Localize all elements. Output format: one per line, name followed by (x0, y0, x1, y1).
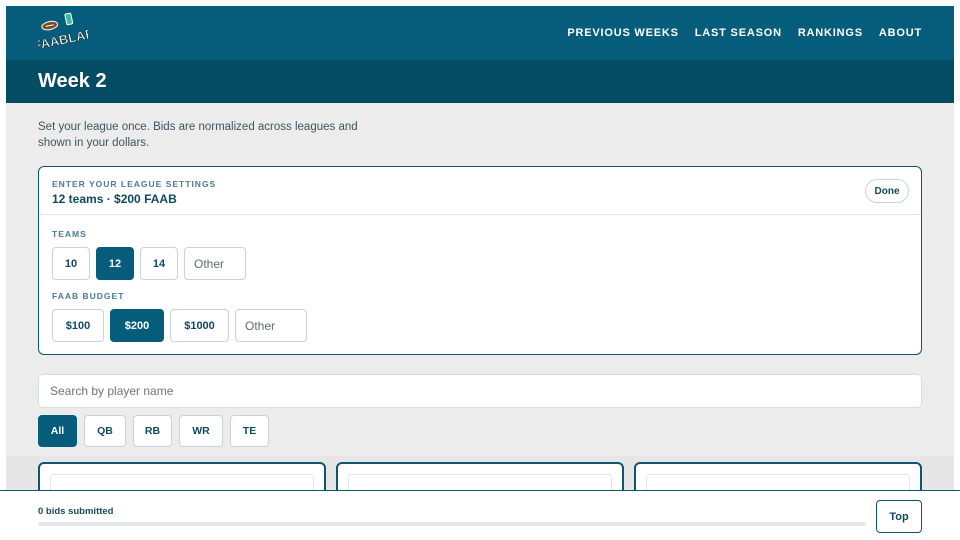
nav-rankings[interactable]: RANKINGS (798, 27, 863, 39)
nav-about[interactable]: ABOUT (879, 27, 922, 39)
faablab-logo[interactable]: FAABLAB (32, 11, 96, 55)
done-button[interactable]: Done (865, 179, 909, 203)
intro-text: Set your league once. Bids are normalize… (38, 121, 358, 149)
league-settings-panel: ENTER YOUR LEAGUE SETTINGS 12 teams · $2… (38, 166, 922, 355)
position-filter-te[interactable]: TE (230, 415, 269, 447)
position-filter-qb[interactable]: QB (84, 415, 126, 447)
main-nav: PREVIOUS WEEKS LAST SEASON RANKINGS ABOU… (567, 27, 922, 39)
back-to-top-button[interactable]: Top (876, 500, 922, 533)
position-filter-all[interactable]: All (38, 415, 77, 447)
league-settings-summary: 12 teams · $200 FAAB (52, 192, 177, 206)
teams-option-10[interactable]: 10 (52, 247, 90, 280)
budget-option-200[interactable]: $200 (110, 309, 164, 342)
bids-progress-bar (38, 522, 866, 526)
teams-label: TEAMS (52, 229, 87, 239)
position-filter: All QB RB WR TE (38, 415, 269, 447)
budget-option-100[interactable]: $100 (52, 309, 104, 342)
budget-other-input[interactable]: Other (235, 309, 307, 342)
teams-option-12[interactable]: 12 (96, 247, 134, 280)
bids-footer: 0 bids submitted Top (0, 490, 960, 540)
faab-budget-label: FAAB BUDGET (52, 291, 125, 301)
league-settings-header: ENTER YOUR LEAGUE SETTINGS 12 teams · $2… (39, 167, 921, 215)
teams-options: 10 12 14 Other (52, 247, 246, 280)
teams-option-14[interactable]: 14 (140, 247, 178, 280)
nav-previous-weeks[interactable]: PREVIOUS WEEKS (567, 27, 678, 39)
top-navbar: FAABLAB PREVIOUS WEEKS LAST SEASON RANKI… (6, 6, 954, 60)
position-filter-rb[interactable]: RB (133, 415, 172, 447)
player-search-input[interactable]: Search by player name (38, 374, 922, 408)
app-shell: FAABLAB PREVIOUS WEEKS LAST SEASON RANKI… (6, 6, 954, 540)
position-filter-wr[interactable]: WR (179, 415, 223, 447)
league-settings-eyebrow: ENTER YOUR LEAGUE SETTINGS (52, 179, 217, 189)
teams-other-input[interactable]: Other (184, 247, 246, 280)
page-title: Week 2 (38, 70, 107, 92)
bids-count: 0 bids submitted (38, 506, 114, 517)
budget-option-1000[interactable]: $1000 (170, 309, 229, 342)
page-title-bar: Week 2 (6, 60, 954, 103)
nav-last-season[interactable]: LAST SEASON (695, 27, 782, 39)
budget-options: $100 $200 $1000 Other (52, 309, 307, 342)
